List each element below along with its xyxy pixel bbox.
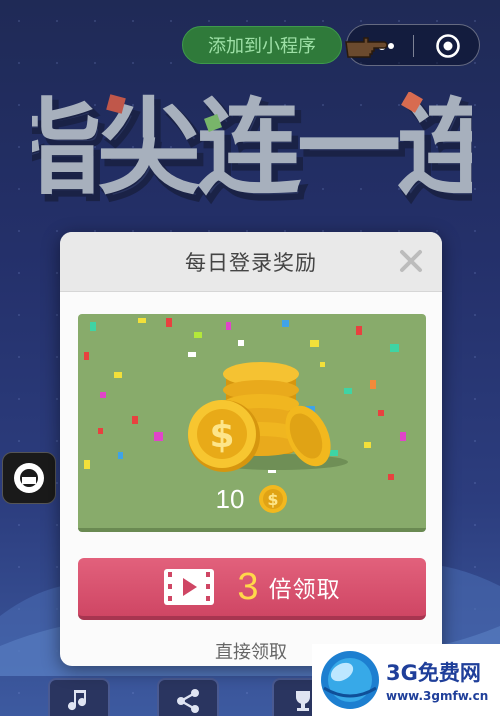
watermark-name: 3G免费网 (386, 661, 481, 685)
svg-text:$: $ (268, 490, 279, 509)
coin-icon: $ (259, 485, 288, 513)
svg-text:$: $ (209, 415, 234, 456)
gold-coins-illustration: $ (188, 362, 348, 472)
watermark-url: www.3gmfw.cn (386, 689, 489, 703)
close-icon[interactable] (398, 248, 424, 274)
dialog-header: 每日登录奖励 (60, 232, 442, 292)
reward-multiplier: 3 (237, 565, 259, 608)
reward-amount-row: 10 $ (78, 482, 426, 516)
multiplier-claim-label: 倍领取 (268, 577, 341, 603)
dialog-title: 每日登录奖励 (185, 250, 317, 275)
watch-video-triple-reward-button[interactable]: 3 倍领取 (78, 558, 426, 620)
video-play-icon (164, 569, 215, 605)
reward-card: $ 10 $ (78, 314, 426, 532)
reward-amount: 10 (215, 483, 245, 514)
site-watermark: 3G免费网 www.3gmfw.cn (312, 644, 500, 716)
globe-logo-icon (321, 651, 379, 709)
daily-login-reward-dialog: 每日登录奖励 $ 10 $ 3 倍领取 直接领取 (60, 232, 442, 666)
